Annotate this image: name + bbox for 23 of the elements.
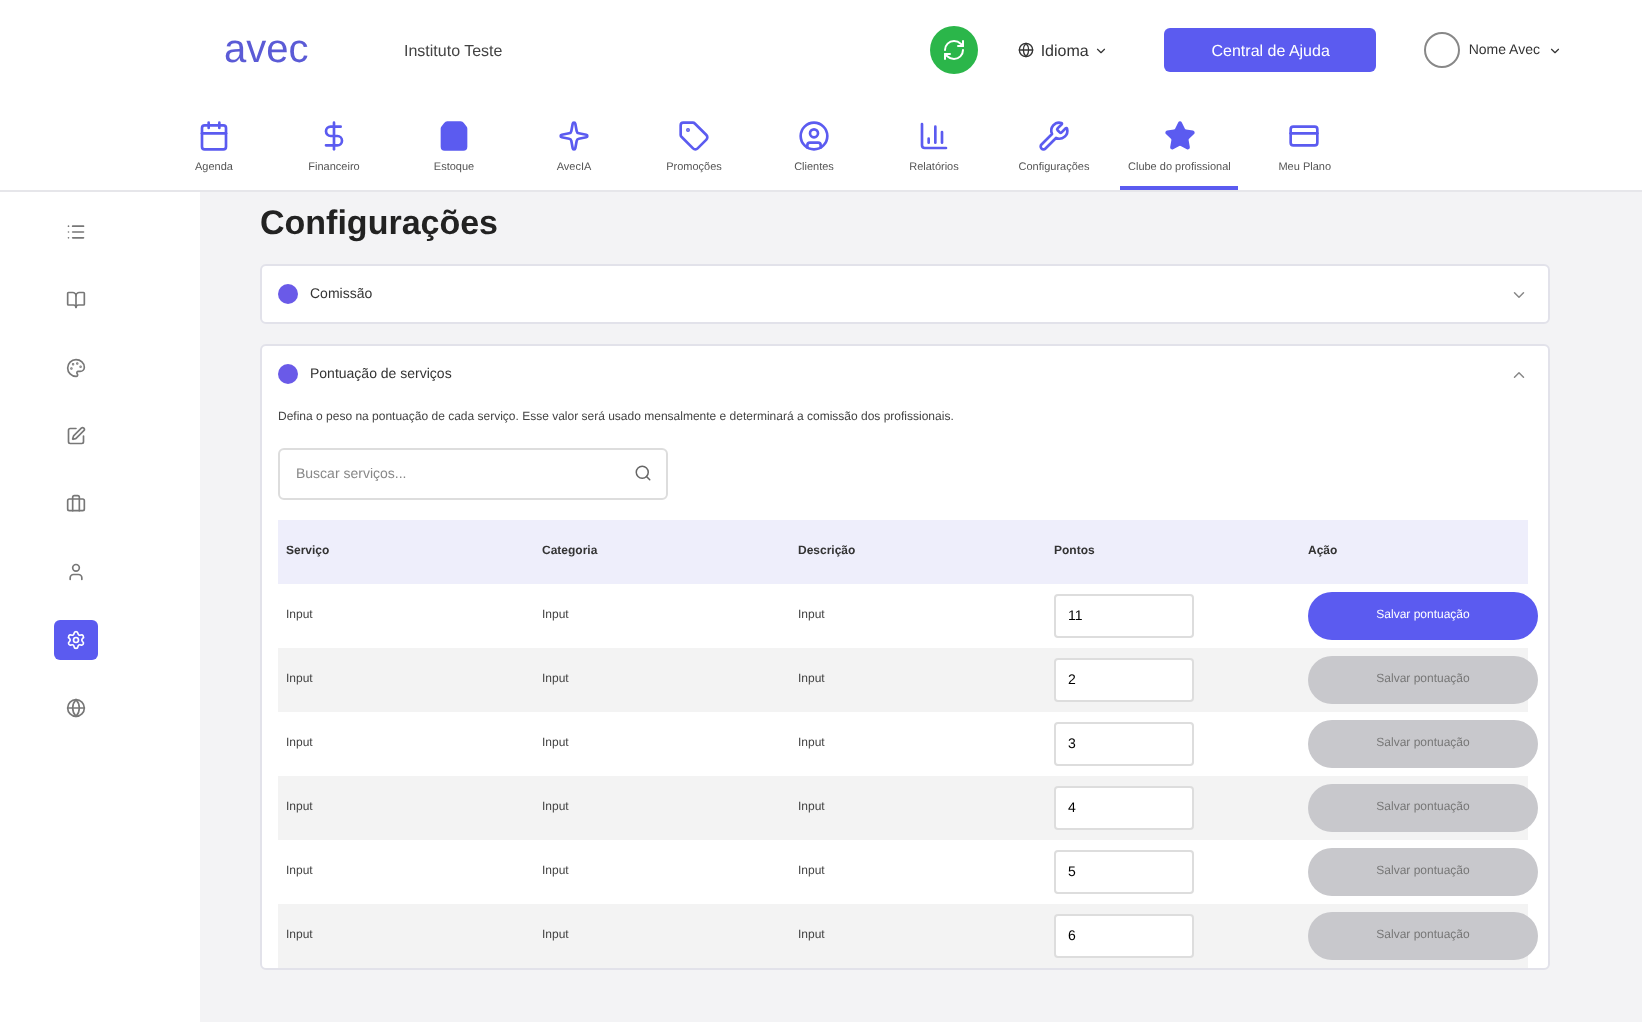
settings-icon[interactable]: [54, 620, 98, 660]
refresh-icon: [942, 38, 967, 62]
user-icon: [798, 120, 830, 152]
calendar-icon: [198, 120, 230, 152]
page-title: Configurações: [260, 204, 501, 244]
refresh-button[interactable]: [930, 26, 979, 74]
wrench-icon: [1038, 120, 1070, 152]
card-icon: [1288, 120, 1321, 152]
globe-icon: [1018, 42, 1035, 58]
salon-name: Instituto Teste: [404, 41, 505, 59]
sparkle-icon: [558, 120, 590, 152]
logo: avec: [224, 27, 311, 73]
search-icon: [634, 464, 652, 482]
tag-icon: [678, 120, 710, 152]
dot-icon: [278, 284, 298, 304]
avatar: [1424, 32, 1461, 68]
chevron-down-icon: [1548, 43, 1562, 57]
help-button[interactable]: Central de Ajuda: [1164, 28, 1377, 72]
chart-icon: [918, 120, 950, 152]
chevron-down-icon: [1094, 43, 1109, 57]
dot-icon: [278, 364, 298, 384]
star-icon: [1163, 120, 1196, 152]
language-selector[interactable]: Idioma: [1018, 41, 1109, 59]
